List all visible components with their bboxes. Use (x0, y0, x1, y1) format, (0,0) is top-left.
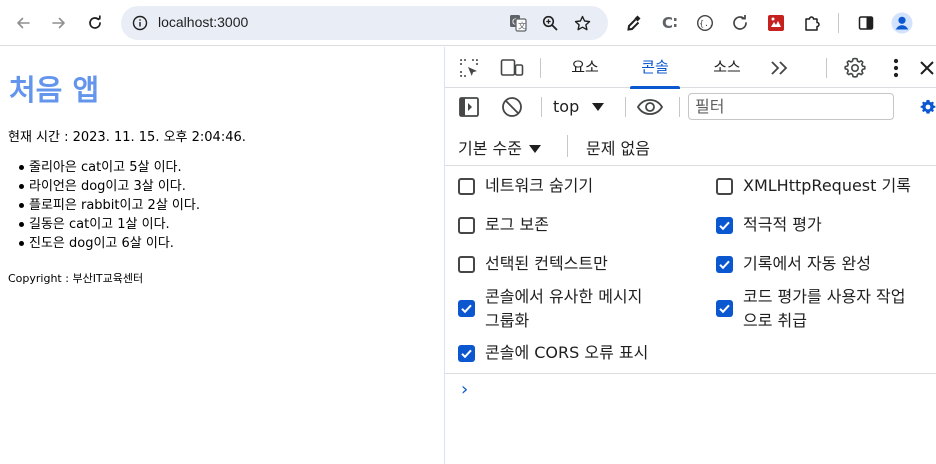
console-prompt[interactable]: › (461, 379, 468, 400)
address-bar[interactable]: localhost:3000 G文 (121, 6, 608, 40)
checkbox-selected-context[interactable] (458, 256, 475, 273)
svg-text:{..}: {..} (699, 19, 714, 28)
checkbox-hide-network[interactable] (458, 178, 475, 195)
bookmark-star-icon[interactable] (571, 12, 593, 34)
sidebar-toggle-icon[interactable] (457, 95, 481, 119)
list-item: 플로피은 rabbit이고 2살 이다. (8, 196, 200, 215)
option-label: 적극적 평가 (743, 215, 822, 234)
zoom-icon[interactable] (539, 12, 561, 34)
close-icon[interactable] (917, 56, 936, 80)
extension-refresh-icon[interactable] (725, 8, 755, 38)
pet-list: 줄리아은 cat이고 5살 이다. 라이언은 dog이고 3살 이다. 플로피은… (8, 158, 200, 253)
profile-icon[interactable] (887, 8, 917, 38)
checkbox-log-xhr[interactable] (716, 178, 733, 195)
checkbox-cors-errors[interactable] (458, 345, 475, 362)
checkbox-eager-eval[interactable] (716, 217, 733, 234)
web-page: 처음 앱 현재 시간 : 2023. 11. 15. 오후 2:04:46. 줄… (0, 47, 444, 464)
side-panel-icon[interactable] (851, 8, 881, 38)
extension-c-icon[interactable]: C (655, 8, 685, 38)
checkbox-autocomplete-history[interactable] (716, 256, 733, 273)
toolbar-divider (838, 13, 839, 33)
puzzle-icon[interactable] (797, 8, 827, 38)
tab-divider (826, 58, 827, 78)
forward-icon[interactable] (44, 8, 74, 38)
tab-console[interactable]: 콘솔 (630, 47, 680, 89)
context-label: top (553, 97, 580, 116)
list-item: 줄리아은 cat이고 5살 이다. (8, 158, 200, 177)
svg-text:C: C (662, 14, 673, 32)
back-icon[interactable] (8, 8, 38, 38)
svg-text:文: 文 (518, 21, 526, 31)
list-item: 라이언은 dog이고 3살 이다. (8, 177, 200, 196)
toolbar-divider (679, 97, 680, 117)
filter-input[interactable] (688, 93, 894, 120)
option-label: 기록에서 자동 완성 (743, 254, 871, 273)
extension-code-icon[interactable]: {..} (690, 8, 720, 38)
clear-console-icon[interactable] (500, 95, 524, 119)
tab-sources[interactable]: 소스 (702, 47, 752, 88)
devtools-tabbar: 요소 콘솔 소스 (445, 47, 936, 89)
checkbox-preserve-log[interactable] (458, 217, 475, 234)
kebab-menu-icon[interactable] (885, 56, 907, 80)
tab-divider (540, 58, 541, 78)
current-time: 현재 시간 : 2023. 11. 15. 오후 2:04:46. (8, 130, 246, 145)
option-label: XMLHttpRequest 기록 (743, 176, 911, 195)
option-label: 콘솔에 CORS 오류 표시 (485, 343, 649, 362)
devtools-panel: 요소 콘솔 소스 top 기본 (444, 47, 936, 464)
option-label-line2: 그룹화 (485, 311, 530, 330)
extension-red-icon[interactable] (761, 8, 791, 38)
toolbar-divider (625, 97, 626, 117)
list-item: 진도은 dog이고 6살 이다. (8, 234, 200, 253)
option-label: 코드 평가를 사용자 작업 (743, 287, 906, 306)
copyright: Copyright : 부산IT교육센터 (8, 272, 144, 285)
translate-icon[interactable]: G文 (507, 12, 529, 34)
gear-icon[interactable] (842, 55, 868, 81)
chevron-down-icon (592, 97, 605, 116)
option-label: 로그 보존 (485, 215, 549, 234)
device-toolbar-icon[interactable] (500, 56, 524, 80)
issues-status[interactable]: 문제 없음 (586, 135, 650, 159)
checkbox-group-similar[interactable] (458, 300, 475, 317)
option-label: 네트워크 숨기기 (485, 176, 594, 195)
settings-gear-icon[interactable] (919, 94, 936, 120)
chevron-down-icon (529, 139, 542, 158)
option-label-line2: 으로 취급 (743, 311, 807, 330)
more-tabs-icon[interactable] (767, 56, 791, 80)
toolbar-divider (541, 97, 542, 117)
log-level-dropdown[interactable]: 기본 수준 (458, 135, 542, 159)
option-label: 콘솔에서 유사한 메시지 (485, 287, 643, 306)
option-label: 선택된 컨텍스트만 (485, 254, 608, 273)
list-item: 길동은 cat이고 1살 이다. (8, 215, 200, 234)
url-text[interactable]: localhost:3000 (158, 14, 248, 30)
log-level-label: 기본 수준 (458, 139, 522, 158)
tab-elements[interactable]: 요소 (560, 47, 610, 88)
info-icon[interactable] (129, 12, 151, 34)
page-title: 처음 앱 (9, 73, 100, 107)
toolbar-divider (567, 135, 568, 157)
browser-toolbar: localhost:3000 G文 C {..} (0, 0, 936, 46)
inspect-element-icon[interactable] (457, 56, 481, 80)
context-selector[interactable]: top (553, 97, 605, 116)
checkbox-user-gesture[interactable] (716, 300, 733, 317)
eyedropper-icon[interactable] (619, 8, 649, 38)
reload-icon[interactable] (80, 8, 110, 38)
eye-icon[interactable] (635, 95, 665, 119)
